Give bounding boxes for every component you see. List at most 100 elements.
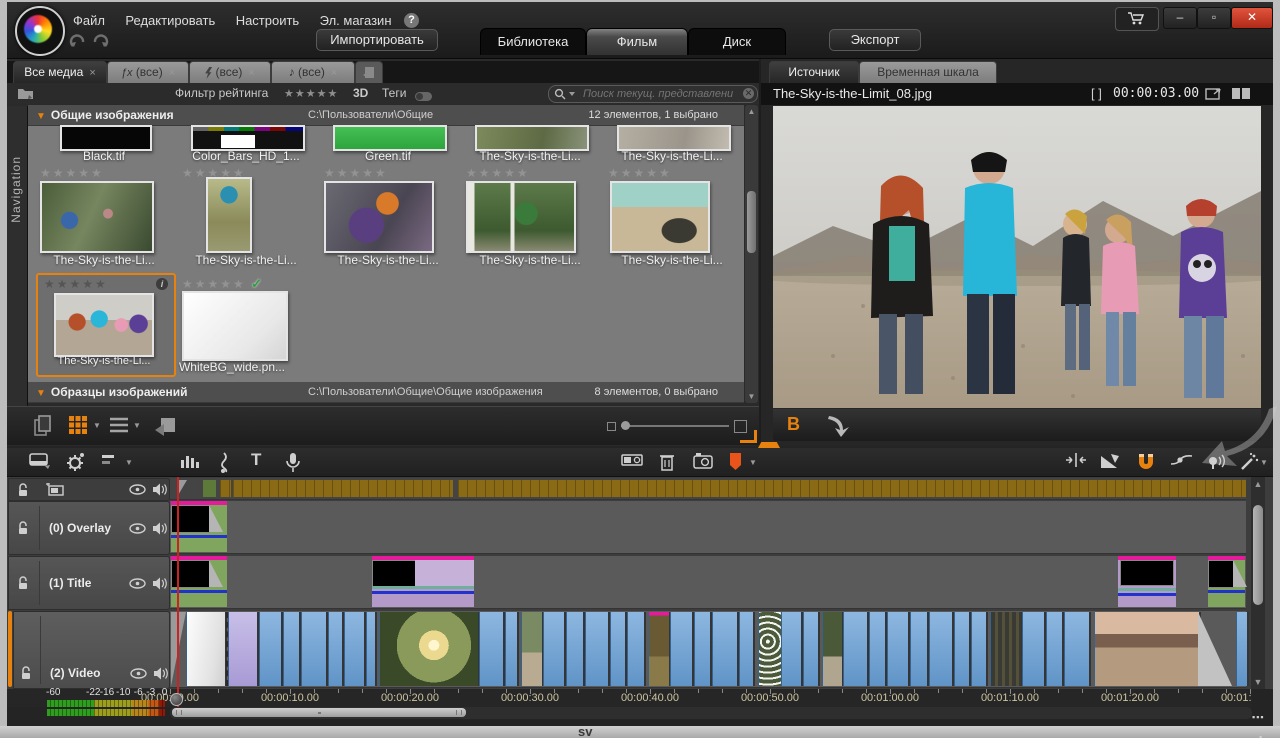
group-header-common-images[interactable]: ▼Общие изображения C:\Пользователи\Общие… [28, 105, 744, 126]
marker-flag-icon[interactable] [729, 452, 742, 471]
video-clip-segment[interactable] [694, 612, 712, 686]
scroll-up-icon[interactable]: ▲ [747, 107, 756, 116]
video-clip-segment[interactable] [344, 612, 366, 686]
delete-trash-icon[interactable] [659, 452, 675, 472]
media-thumb-sky6[interactable] [466, 181, 576, 253]
lock-icon[interactable] [17, 576, 29, 590]
title-track-header[interactable]: (1) Title [8, 556, 170, 610]
eye-icon[interactable] [130, 668, 147, 679]
search-input[interactable] [581, 86, 735, 102]
playhead-knob[interactable] [170, 693, 183, 706]
maximize-button[interactable]: ▫ [1197, 7, 1231, 29]
overlay-track-header[interactable]: (0) Overlay [8, 501, 170, 555]
track-size-caret-icon[interactable]: ▼ [125, 458, 133, 467]
tab-movie[interactable]: Фильм [586, 28, 688, 55]
rating-stars[interactable]: ★★★★★ [40, 166, 104, 180]
video-clip-segment[interactable] [627, 612, 646, 686]
playhead[interactable] [177, 477, 179, 707]
timeline-ruler[interactable]: 00:00:00.0000:00:10.0000:00:20.0000:00:3… [7, 689, 1252, 707]
scroll-thumb[interactable] [1253, 505, 1263, 605]
video-clip-segment[interactable] [479, 612, 505, 686]
lock-icon[interactable] [17, 483, 29, 497]
marker-bar[interactable] [233, 480, 453, 497]
video-track-row[interactable] [170, 611, 1246, 688]
lock-icon[interactable] [17, 521, 29, 535]
marker-bar-piece[interactable] [220, 480, 231, 497]
minimize-button[interactable]: – [1163, 7, 1197, 29]
video-track-header[interactable]: (2) Video [13, 611, 170, 689]
navigation-side-tab[interactable]: Navigation [7, 106, 28, 444]
effects-caret-icon[interactable]: ▼ [1260, 458, 1268, 467]
undock-icon[interactable] [1205, 87, 1222, 101]
scorefitter-clef-icon[interactable] [217, 452, 231, 474]
preview-tab-source[interactable]: Источник [769, 61, 859, 83]
split-clip-icon[interactable] [1099, 452, 1121, 470]
video-clip-segment[interactable] [843, 612, 869, 686]
eye-icon[interactable] [129, 484, 146, 495]
video-clip-segment[interactable] [1046, 612, 1064, 686]
library-tab-transitions[interactable]: (все)× [189, 61, 271, 83]
collection-icon[interactable] [17, 86, 35, 100]
scroll-up-icon[interactable]: ▲ [1251, 479, 1265, 489]
overlay-track-row[interactable] [170, 501, 1246, 554]
marker-track-icon[interactable] [45, 483, 65, 496]
video-clip-segment[interactable] [1236, 612, 1249, 686]
media-thumb-whitebg[interactable] [182, 291, 288, 361]
search-clear-icon[interactable]: ✕ [743, 88, 754, 99]
library-tab-all-media[interactable]: Все медиа× [13, 61, 107, 83]
list-view-caret-icon[interactable]: ▼ [133, 421, 141, 430]
media-thumb-sky7[interactable] [610, 181, 710, 253]
media-thumb-black[interactable] [60, 125, 152, 151]
timeline-hscrollbar[interactable] [170, 707, 1252, 719]
video-clip-segment[interactable] [328, 612, 344, 686]
export-button[interactable]: Экспорт [829, 29, 921, 51]
thumb-grip[interactable] [456, 710, 462, 715]
video-clip-segment[interactable] [910, 612, 929, 686]
list-view-icon[interactable] [109, 417, 129, 433]
selected-media-thumb[interactable] [54, 293, 154, 357]
video-clip-segment[interactable] [283, 612, 301, 686]
video-clip-segment[interactable] [869, 612, 887, 686]
audio-scrub-icon[interactable] [1205, 452, 1227, 470]
preview-image[interactable] [773, 106, 1261, 408]
video-clip-sunburst-thumb[interactable] [379, 612, 480, 686]
video-clip-segment[interactable] [781, 612, 803, 686]
search-icon[interactable] [554, 88, 578, 100]
tab-library[interactable]: Библиотека [480, 28, 586, 55]
undo-icon[interactable] [70, 36, 83, 47]
video-clip-segment[interactable] [566, 612, 585, 686]
video-clip-segment[interactable] [505, 612, 519, 686]
rating-stars[interactable]: ★★★★★ ✓ [182, 276, 264, 292]
media-thumb-green[interactable] [333, 125, 447, 151]
keyframe-icon[interactable] [1170, 452, 1194, 468]
send-to-timeline-icon[interactable] [153, 414, 179, 436]
timeline-clip[interactable] [171, 556, 227, 607]
rating-stars[interactable]: ★★★★★ [466, 166, 530, 180]
scroll-thumb[interactable] [747, 191, 756, 253]
rating-stars[interactable]: ★★★★★ [44, 277, 108, 291]
grid-view-icon[interactable] [69, 416, 89, 434]
snapshot-camera-icon[interactable] [693, 452, 713, 469]
clip-duration-icon[interactable] [621, 452, 643, 468]
marker-caret-icon[interactable]: ▼ [749, 458, 757, 467]
video-clip-segment[interactable] [366, 612, 377, 686]
trim-mode-icon[interactable] [1065, 452, 1087, 468]
video-clip-segment[interactable] [739, 612, 755, 686]
copy-pages-icon[interactable] [33, 415, 53, 437]
tab-disc[interactable]: Диск [688, 28, 786, 55]
panel-resize-corner[interactable] [740, 430, 757, 443]
video-clip-segment[interactable] [929, 612, 954, 686]
video-clip-segment[interactable] [301, 612, 328, 686]
speaker-icon[interactable] [153, 667, 169, 680]
track-size-icon[interactable] [101, 452, 121, 468]
scroll-down-icon[interactable]: ▼ [1251, 677, 1265, 687]
video-clip-strip-thumb[interactable] [648, 612, 671, 686]
library-tab-audio[interactable]: ♪ (все)× [271, 61, 355, 83]
tab-close-icon[interactable]: × [331, 67, 337, 79]
media-thumb-colorbars[interactable] [191, 125, 305, 151]
new-tab-button[interactable] [355, 61, 383, 83]
video-clip-segment[interactable] [610, 612, 627, 686]
zoom-out-icon[interactable] [607, 422, 616, 431]
lock-icon[interactable] [20, 666, 32, 680]
voiceover-mic-icon[interactable] [285, 452, 301, 474]
